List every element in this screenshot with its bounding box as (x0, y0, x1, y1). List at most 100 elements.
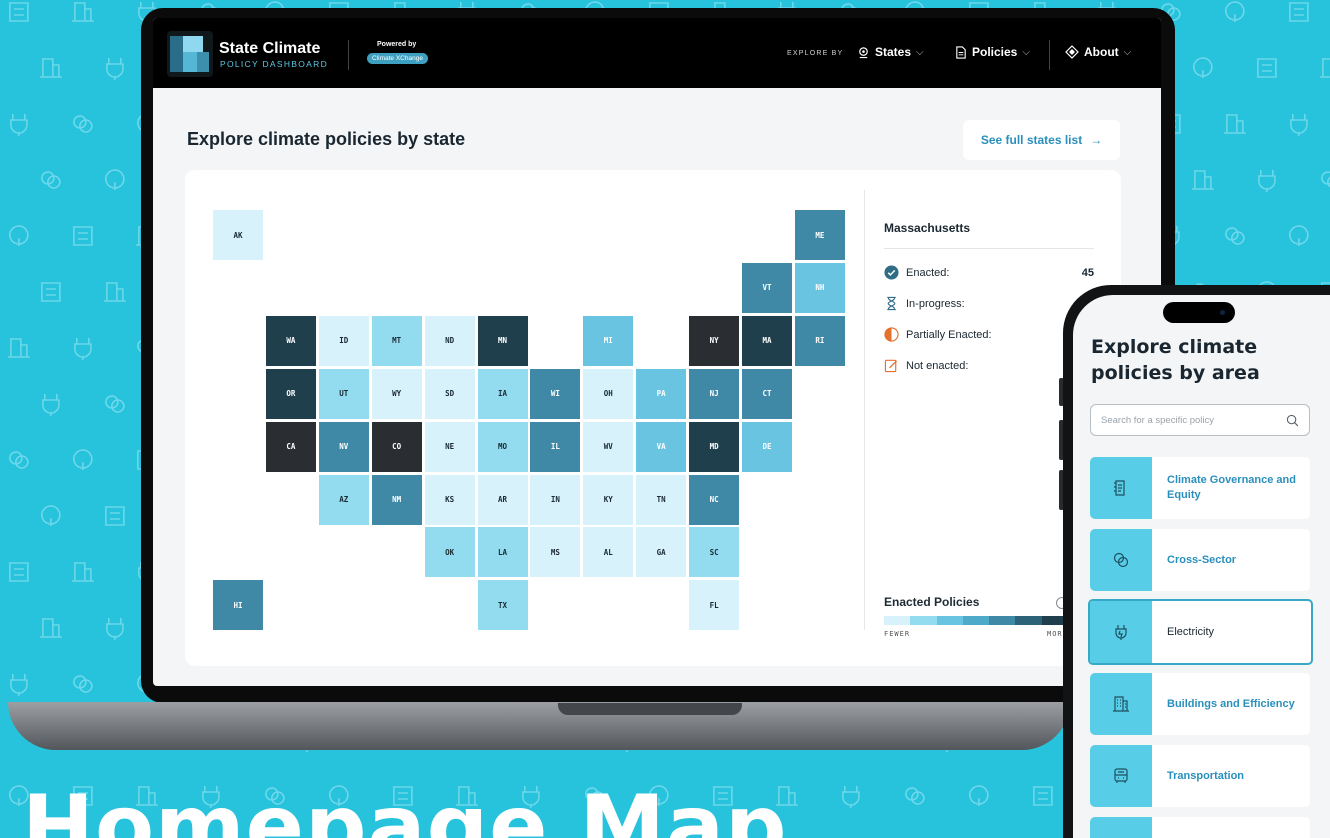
legend-color-step (884, 616, 911, 625)
state-divider (884, 248, 1094, 249)
logo-mark-icon[interactable] (167, 31, 213, 77)
state-tile-nm[interactable]: NM (371, 474, 422, 525)
nav-policies[interactable]: Policies ⌵ (955, 45, 1030, 59)
state-tile-ny[interactable]: NY (689, 315, 740, 366)
state-tile-va[interactable]: VA (636, 421, 687, 472)
state-tile-de[interactable]: DE (742, 421, 792, 472)
area-card-climate-governance[interactable]: Climate Governance and Equity (1090, 457, 1310, 519)
state-tile-mt[interactable]: MT (371, 315, 422, 366)
area-label: Climate Governance and Equity (1167, 474, 1296, 501)
state-tile-wy[interactable]: WY (371, 368, 422, 419)
background-icon (1191, 170, 1214, 190)
state-tile-md[interactable]: MD (689, 421, 740, 472)
status-enacted-label: Enacted: (906, 266, 950, 279)
state-tile-al[interactable]: AL (583, 527, 634, 578)
area-label: Electricity (1167, 625, 1215, 638)
state-tile-ak[interactable]: AK (213, 210, 263, 260)
state-tile-me[interactable]: ME (794, 210, 845, 260)
logo-subtitle[interactable]: POLICY DASHBOARD (220, 59, 328, 69)
state-tile-ms[interactable]: MS (530, 527, 581, 578)
state-tile-ga[interactable]: GA (636, 527, 687, 578)
logo-title[interactable]: State Climate (219, 40, 320, 58)
state-tile-ne[interactable]: NE (424, 421, 475, 472)
background-icon (1289, 2, 1309, 22)
background-icon (105, 395, 125, 413)
background-icon (74, 338, 92, 360)
status-in-progress: In-progress: (884, 296, 1094, 311)
state-tile-ca[interactable]: CA (265, 421, 316, 472)
bus-icon (1114, 768, 1128, 783)
legend-color-step (910, 616, 937, 625)
partner-badge[interactable]: Climate XChange (367, 53, 428, 64)
state-tile-wa[interactable]: WA (265, 315, 316, 366)
background-icon (10, 114, 28, 136)
state-tile-nv[interactable]: NV (318, 421, 369, 472)
status-enacted: Enacted: 45 (884, 265, 1094, 280)
background-icon (9, 451, 29, 469)
state-tile-sd[interactable]: SD (424, 368, 475, 419)
state-tile-ar[interactable]: AR (477, 474, 528, 525)
background-icon (9, 225, 29, 246)
background-icon (73, 675, 93, 693)
state-tile-az[interactable]: AZ (318, 474, 369, 525)
area-card-electricity[interactable]: Electricity (1088, 599, 1313, 665)
state-tile-ok[interactable]: OK (424, 527, 475, 578)
state-tile-ks[interactable]: KS (424, 474, 475, 525)
state-tile-wi[interactable]: WI (530, 368, 581, 419)
state-tile-nc[interactable]: NC (689, 474, 740, 525)
background-icon (1257, 58, 1277, 78)
half-circle-icon (884, 327, 899, 342)
diamond-icon (1065, 45, 1079, 59)
state-tile-wv[interactable]: WV (583, 421, 634, 472)
area-card-cross-sector[interactable]: Cross-Sector (1090, 529, 1310, 591)
state-tile-mn[interactable]: MN (477, 315, 528, 366)
state-tile-mi[interactable]: MI (583, 315, 634, 366)
state-tile-la[interactable]: LA (477, 527, 528, 578)
state-tile-ut[interactable]: UT (318, 368, 369, 419)
state-tile-il[interactable]: IL (530, 421, 581, 472)
state-tile-mo[interactable]: MO (477, 421, 528, 472)
state-tile-in[interactable]: IN (530, 474, 581, 525)
state-tile-nd[interactable]: ND (424, 315, 475, 366)
area-card-transportation[interactable]: Transportation (1090, 745, 1310, 807)
state-tile-oh[interactable]: OH (583, 368, 634, 419)
state-tile-fl[interactable]: FL (689, 580, 740, 631)
state-tile-pa[interactable]: PA (636, 368, 687, 419)
state-tile-hi[interactable]: HI (213, 580, 263, 631)
state-tile-id[interactable]: ID (318, 315, 369, 366)
area-icon-box (1090, 673, 1152, 735)
state-tile-nj[interactable]: NJ (689, 368, 740, 419)
area-card-buildings[interactable]: Buildings and Efficiency (1090, 673, 1310, 735)
state-tile-ct[interactable]: CT (742, 368, 792, 419)
nav-states[interactable]: States ⌵ (857, 45, 924, 59)
panel-divider (864, 190, 865, 630)
state-tile-ia[interactable]: IA (477, 368, 528, 419)
state-tile-vt[interactable]: VT (742, 262, 792, 313)
background-icon (1225, 1, 1245, 22)
background-icon (106, 58, 124, 80)
state-tile-ri[interactable]: RI (794, 315, 845, 366)
state-tile-co[interactable]: CO (371, 421, 422, 472)
see-full-states-list-button[interactable]: See full states list → (963, 120, 1120, 160)
policy-search-input[interactable]: Search for a specific policy (1090, 404, 1310, 436)
explore-by-label: EXPLORE BY (787, 50, 844, 57)
area-card-next[interactable] (1090, 817, 1310, 838)
nav-about[interactable]: About ⌵ (1065, 45, 1131, 59)
header-divider (348, 40, 349, 70)
background-icon (1258, 170, 1276, 192)
area-icon-box (1090, 745, 1152, 807)
state-tile-tn[interactable]: TN (636, 474, 687, 525)
chevron-down-icon: ⌵ (1022, 46, 1030, 58)
legend-title: Enacted Policies (884, 595, 980, 609)
background-icon (9, 562, 29, 582)
laptop-base (8, 702, 1070, 750)
state-tile-or[interactable]: OR (265, 368, 316, 419)
state-tile-ma[interactable]: MA (742, 315, 792, 366)
state-tile-ky[interactable]: KY (583, 474, 634, 525)
state-tile-tx[interactable]: TX (477, 580, 528, 631)
background-icon (41, 505, 61, 526)
search-icon (1286, 414, 1299, 426)
state-tile-nh[interactable]: NH (794, 262, 845, 313)
phone-page-title: Explore climate policies by area (1091, 336, 1260, 384)
state-tile-sc[interactable]: SC (689, 527, 740, 578)
